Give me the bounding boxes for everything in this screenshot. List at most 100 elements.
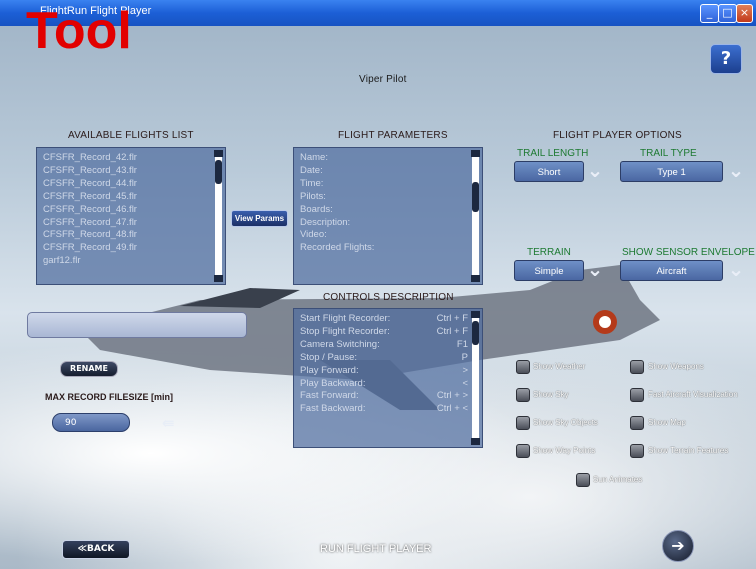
param-boards-label: Boards: bbox=[300, 203, 333, 215]
fast-aircraft-visualization-label: Fast Aircraft Visualization bbox=[648, 390, 738, 399]
help-button[interactable]: ? bbox=[710, 44, 742, 74]
options-title: FLIGHT PLAYER OPTIONS bbox=[553, 130, 682, 141]
control-action: Play Forward: bbox=[300, 364, 359, 376]
fast-aircraft-visualization-checkbox[interactable] bbox=[630, 388, 644, 402]
flight-item[interactable]: garf12.flr bbox=[43, 255, 211, 268]
show-sky-label: Show Sky bbox=[533, 390, 569, 399]
scroll-thumb[interactable] bbox=[472, 321, 479, 345]
pilot-name: Viper Pilot bbox=[359, 74, 407, 85]
back-label: BACK bbox=[87, 544, 115, 554]
control-row: Stop / Pause: P bbox=[300, 352, 468, 365]
show-sky-objects-checkbox[interactable] bbox=[516, 416, 530, 430]
flight-item[interactable]: CFSFR_Record_48.flr bbox=[43, 229, 211, 242]
param-description-label: Description: bbox=[300, 216, 351, 228]
control-key: Ctrl + F bbox=[436, 325, 468, 337]
show-terrain-features-label: Show Terrain Features bbox=[648, 446, 729, 455]
terrain-chevron-icon[interactable]: ⌄ bbox=[585, 259, 605, 282]
controls-title: CONTROLS DESCRIPTION bbox=[323, 292, 454, 303]
flights-scrollbar[interactable] bbox=[214, 150, 223, 282]
control-key: F1 bbox=[456, 338, 468, 350]
flight-parameters-panel: Name: Date: Time: Pilots: Boards: Descri… bbox=[293, 147, 483, 285]
minimize-button[interactable]: _ bbox=[700, 4, 719, 23]
show-sky-objects-label: Show Sky Objects bbox=[533, 418, 598, 427]
show-weather-checkbox[interactable] bbox=[516, 360, 530, 374]
control-action: Play Backward: bbox=[300, 377, 366, 389]
show-map-checkbox[interactable] bbox=[630, 416, 644, 430]
control-action: Stop Flight Recorder: bbox=[300, 325, 390, 337]
control-key: Ctrl + F bbox=[436, 313, 468, 324]
flight-item[interactable]: CFSFR_Record_45.flr bbox=[43, 191, 211, 204]
trail-length-chevron-icon[interactable]: ⌄ bbox=[585, 160, 605, 183]
param-recorded-flights-label: Recorded Flights: bbox=[300, 242, 375, 254]
max-record-input[interactable]: 90 bbox=[52, 413, 130, 432]
scroll-thumb[interactable] bbox=[472, 182, 479, 212]
terrain-label: TERRAIN bbox=[527, 247, 571, 258]
max-record-label: MAX RECORD FILESIZE [min] bbox=[45, 392, 173, 402]
flight-item[interactable]: CFSFR_Record_44.flr bbox=[43, 178, 211, 191]
show-weapons-checkbox[interactable] bbox=[630, 360, 644, 374]
sun-animates-checkbox[interactable] bbox=[576, 473, 590, 487]
view-params-button[interactable]: View Params bbox=[231, 210, 288, 227]
scroll-up-arrow-icon[interactable] bbox=[471, 311, 480, 318]
tool-overlay-label: Tool bbox=[26, 2, 132, 60]
show-terrain-features-checkbox[interactable] bbox=[630, 444, 644, 458]
control-row: Start Flight Recorder: Ctrl + F bbox=[300, 313, 468, 326]
param-time-label: Time: bbox=[300, 177, 324, 189]
terrain-select[interactable]: Simple bbox=[514, 260, 584, 281]
flight-item[interactable]: CFSFR_Record_42.flr bbox=[43, 152, 211, 165]
control-key: Ctrl + > bbox=[436, 390, 468, 402]
control-key: Ctrl + < bbox=[436, 403, 468, 415]
maximize-button[interactable]: □ bbox=[718, 4, 737, 23]
controls-scrollbar[interactable] bbox=[471, 311, 480, 445]
control-row: Stop Flight Recorder: Ctrl + F bbox=[300, 326, 468, 339]
control-action: Stop / Pause: bbox=[300, 351, 358, 363]
back-arrow-icon: ≪ bbox=[77, 544, 87, 554]
trail-type-select[interactable]: Type 1 bbox=[620, 161, 723, 182]
control-key: > bbox=[462, 364, 468, 376]
scroll-down-arrow-icon[interactable] bbox=[471, 275, 480, 282]
param-pilots-label: Pilots: bbox=[300, 190, 326, 202]
flight-item[interactable]: CFSFR_Record_46.flr bbox=[43, 204, 211, 217]
control-row: Fast Backward: Ctrl + < bbox=[300, 403, 468, 416]
control-action: Fast Backward: bbox=[300, 403, 366, 415]
control-key: < bbox=[462, 377, 468, 389]
scroll-thumb[interactable] bbox=[215, 160, 222, 184]
close-button[interactable]: × bbox=[736, 4, 753, 23]
scroll-down-arrow-icon[interactable] bbox=[471, 438, 480, 445]
trail-length-select[interactable]: Short bbox=[514, 161, 584, 182]
rename-input[interactable] bbox=[27, 312, 247, 338]
parameters-scrollbar[interactable] bbox=[471, 150, 480, 282]
control-row: Play Backward: < bbox=[300, 378, 468, 391]
trail-type-chevron-icon[interactable]: ⌄ bbox=[726, 160, 746, 183]
show-way-points-checkbox[interactable] bbox=[516, 444, 530, 458]
show-weapons-label: Show Weapons bbox=[648, 362, 704, 371]
sensor-envelope-chevron-icon[interactable]: ⌄ bbox=[726, 259, 746, 282]
control-action: Fast Forward: bbox=[300, 390, 359, 402]
arrow-left-icon[interactable]: ⇚ bbox=[162, 414, 175, 432]
control-action: Camera Switching: bbox=[300, 338, 380, 350]
back-button[interactable]: ≪BACK bbox=[62, 540, 130, 559]
show-map-label: Show Map bbox=[648, 418, 686, 427]
rename-button[interactable]: RENAME bbox=[60, 361, 118, 377]
run-flight-player-label: RUN FLIGHT PLAYER bbox=[320, 543, 432, 555]
sensor-envelope-select[interactable]: Aircraft bbox=[620, 260, 723, 281]
scroll-up-arrow-icon[interactable] bbox=[214, 150, 223, 157]
flight-item[interactable]: CFSFR_Record_47.flr bbox=[43, 217, 211, 230]
scroll-up-arrow-icon[interactable] bbox=[471, 150, 480, 157]
sun-animates-label: Sun Animates bbox=[593, 475, 643, 484]
control-row: Camera Switching: F1 bbox=[300, 339, 468, 352]
param-video-label: Video: bbox=[300, 229, 327, 241]
controls-panel: Start Flight Recorder: Ctrl + F Stop Flig… bbox=[293, 308, 483, 448]
show-way-points-label: Show Way Points bbox=[533, 446, 596, 455]
scroll-down-arrow-icon[interactable] bbox=[214, 275, 223, 282]
control-key: P bbox=[461, 351, 468, 363]
show-sky-checkbox[interactable] bbox=[516, 388, 530, 402]
available-flights-title: AVAILABLE FLIGHTS LIST bbox=[68, 130, 194, 141]
flight-item[interactable]: CFSFR_Record_49.flr bbox=[43, 242, 211, 255]
app-window: FlightRun Flight Player _ □ × Tool ? Vip… bbox=[0, 0, 756, 569]
flight-item[interactable]: CFSFR_Record_43.flr bbox=[43, 165, 211, 178]
param-date-label: Date: bbox=[300, 164, 323, 176]
run-play-button[interactable]: ➔ bbox=[662, 530, 694, 562]
available-flights-list[interactable]: CFSFR_Record_42.flr CFSFR_Record_43.flr … bbox=[36, 147, 226, 285]
control-row: Play Forward: > bbox=[300, 365, 468, 378]
